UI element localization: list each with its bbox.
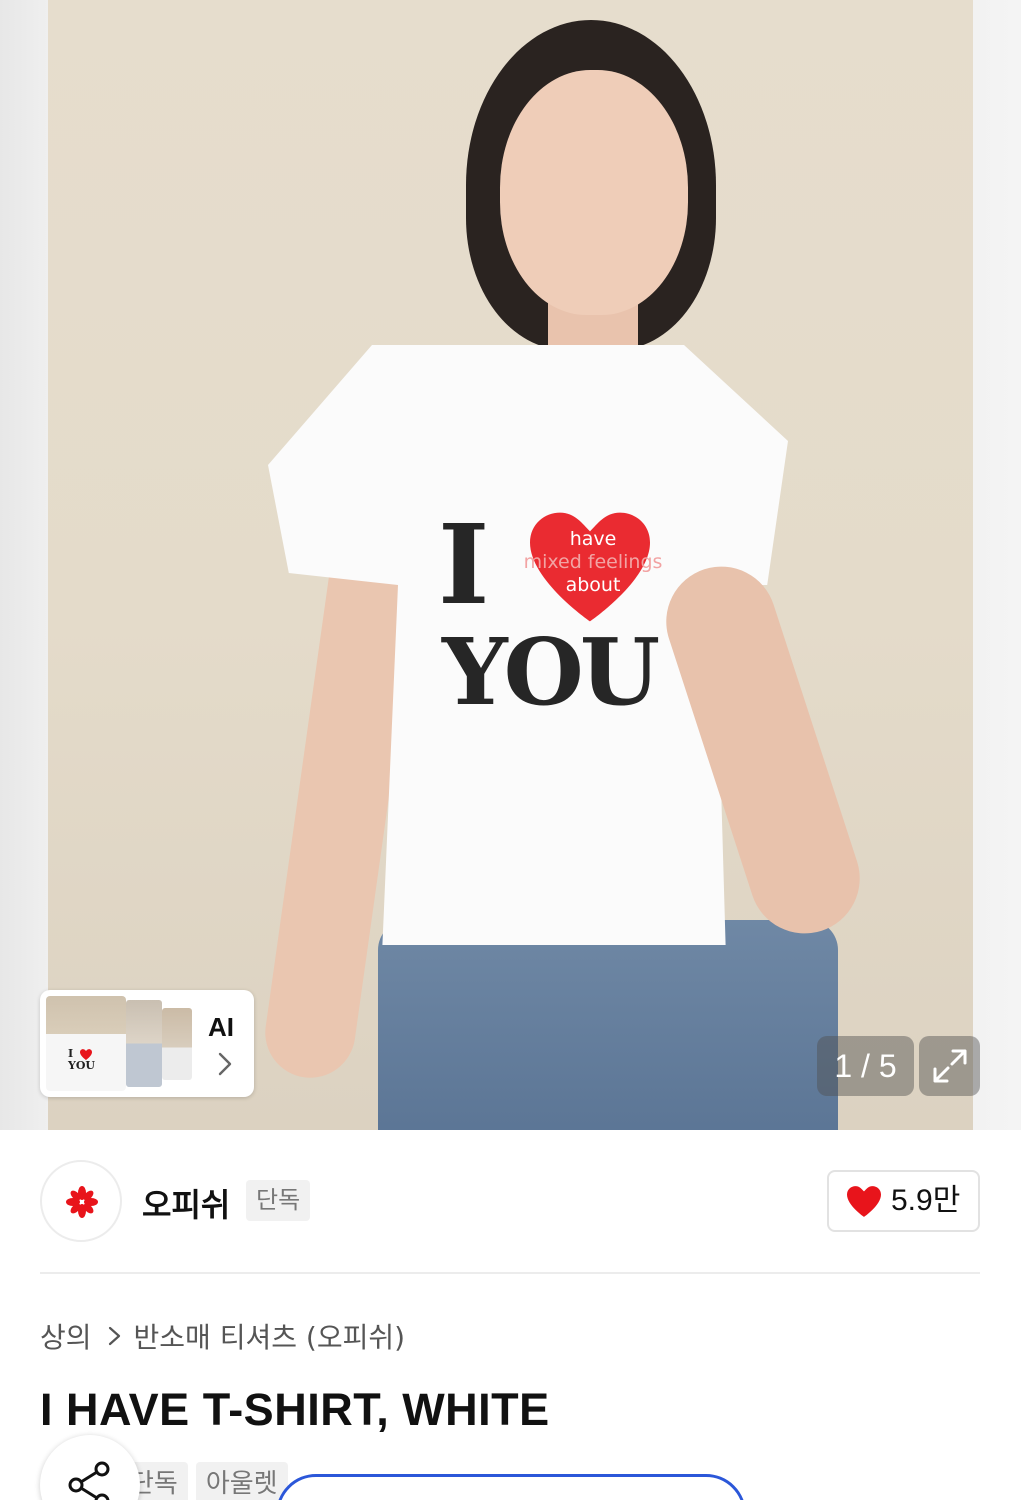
expand-image-button[interactable] xyxy=(919,1036,980,1096)
breadcrumb-subcategory[interactable]: 반소매 티셔츠 (오피쉬) xyxy=(134,1316,406,1356)
image-counter: 1 / 5 xyxy=(817,1036,914,1096)
brand-star-icon xyxy=(66,1186,98,1218)
brand-logo[interactable] xyxy=(40,1160,122,1242)
expand-icon xyxy=(933,1049,967,1083)
similar-thumbnail-1: I YOU xyxy=(46,996,126,1091)
brand-name[interactable]: 오피쉬 xyxy=(142,1180,230,1226)
print-heart-line1: have xyxy=(569,528,617,550)
ai-label: AI xyxy=(208,1012,234,1042)
heart-icon xyxy=(847,1186,881,1217)
product-tags: 단독 아울렛 xyxy=(120,1462,288,1500)
ai-similar-items-card[interactable]: I YOU AI xyxy=(40,990,254,1097)
model-jeans xyxy=(378,920,838,1130)
coupon-button[interactable] xyxy=(276,1474,746,1500)
tshirt-print: I have mixed feelings about YOU xyxy=(438,500,698,740)
thumb-heart-icon xyxy=(80,1049,92,1060)
product-image-gallery[interactable]: I have mixed feelings about YOU I YOU AI … xyxy=(0,0,1021,1130)
share-button[interactable] xyxy=(40,1435,140,1500)
share-icon xyxy=(68,1461,110,1500)
print-heart-line3: about xyxy=(565,574,621,596)
chevron-right-icon xyxy=(218,1052,232,1076)
product-photo: I have mixed feelings about YOU xyxy=(48,0,973,1130)
similar-thumbnail-3 xyxy=(162,1008,192,1080)
print-heart-line2: mixed feelings xyxy=(523,551,663,573)
model-face xyxy=(500,70,688,315)
print-heart-text: have mixed feelings about xyxy=(498,528,688,597)
breadcrumb-category[interactable]: 상의 xyxy=(40,1316,92,1356)
like-button[interactable]: 5.9만 xyxy=(827,1170,980,1232)
tag-outlet: 아울렛 xyxy=(195,1462,288,1500)
product-title: I HAVE T-SHIRT, WHITE xyxy=(40,1384,550,1435)
print-letter-i: I xyxy=(438,500,490,629)
like-count: 5.9만 xyxy=(891,1184,961,1217)
print-word-you: YOU xyxy=(442,618,660,726)
breadcrumb: 상의 반소매 티셔츠 (오피쉬) xyxy=(40,1316,405,1356)
brand-exclusive-badge: 단독 xyxy=(246,1180,311,1221)
similar-thumbnail-2 xyxy=(126,1000,162,1087)
section-divider xyxy=(40,1272,980,1274)
chevron-right-icon xyxy=(108,1326,120,1346)
